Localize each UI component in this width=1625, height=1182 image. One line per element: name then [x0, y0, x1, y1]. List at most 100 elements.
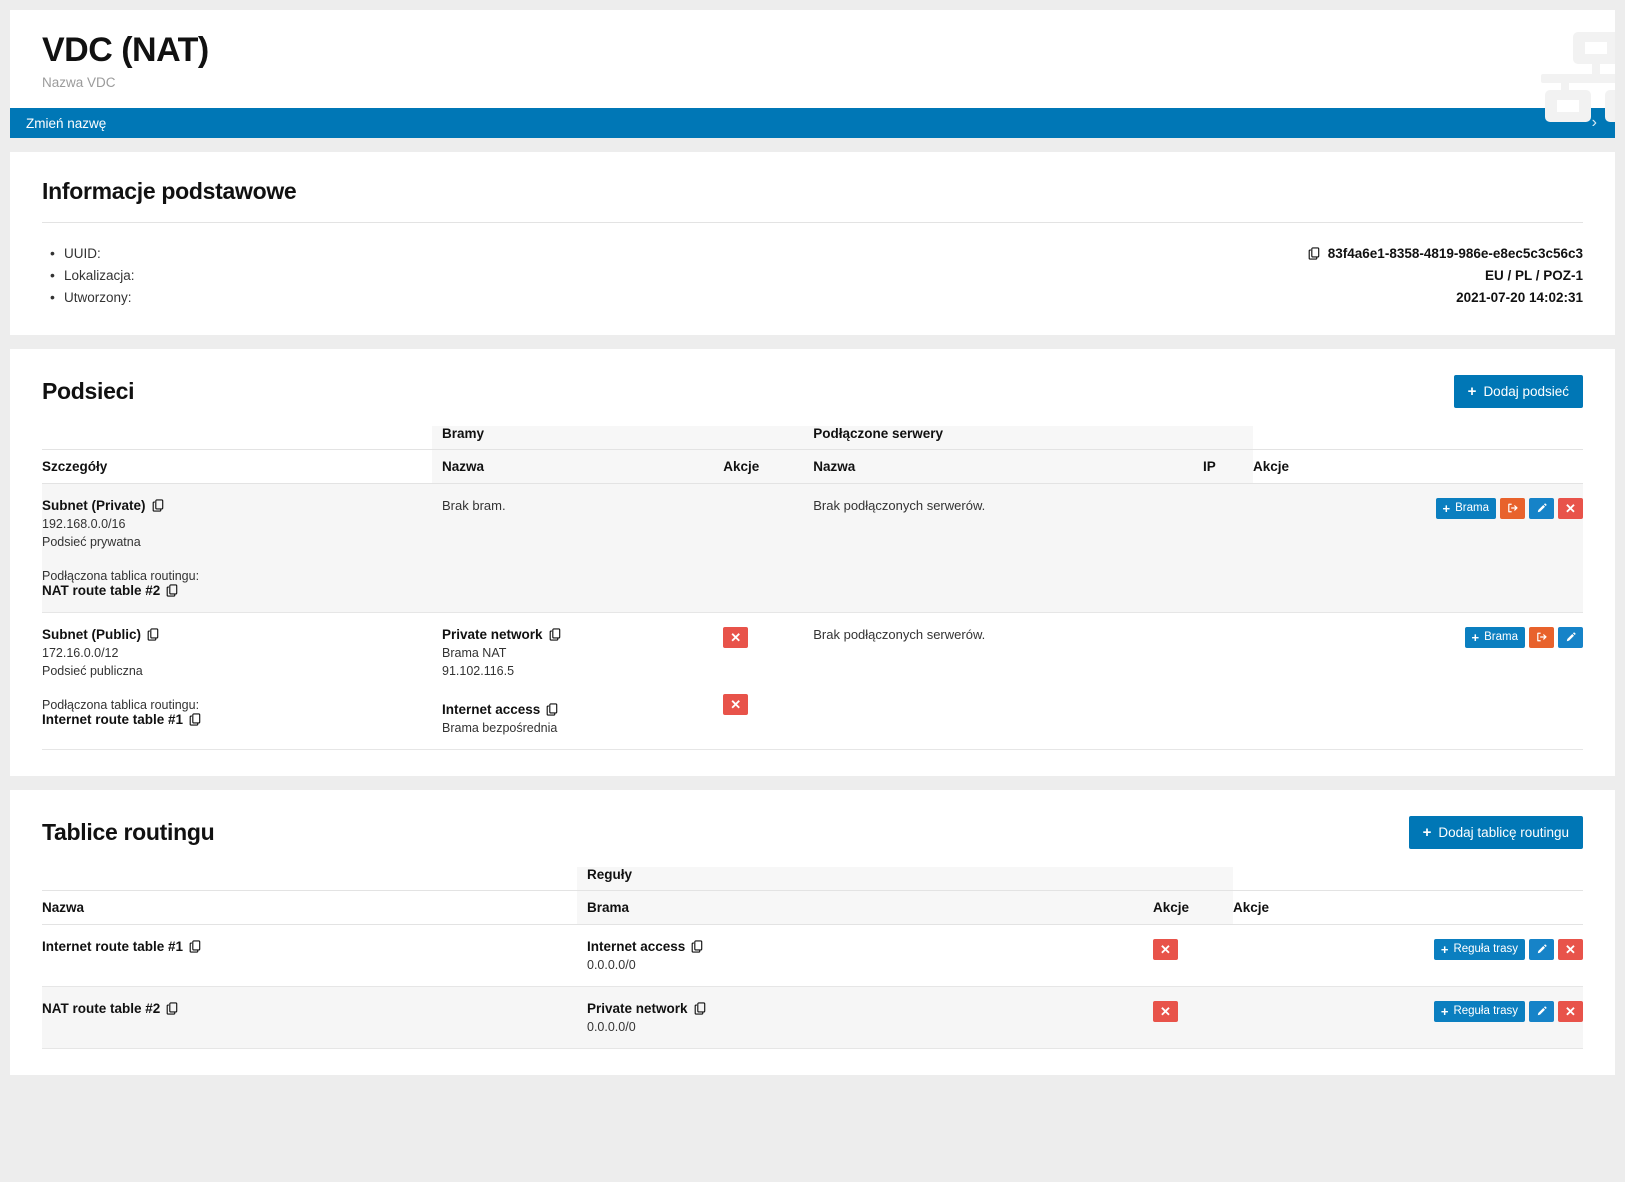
copy-icon[interactable]: [189, 940, 201, 953]
basic-info-value-text: 2021-07-20 14:02:31: [1456, 289, 1583, 305]
copy-icon[interactable]: [694, 1002, 706, 1015]
route-tables-table: Reguły Nazwa Brama Akcje Akcje Internet route…: [42, 866, 1583, 1049]
delete-button[interactable]: ✕: [1558, 1000, 1583, 1022]
pencil-icon: [1536, 943, 1548, 955]
add-subnet-button[interactable]: + Dodaj podsieć: [1453, 374, 1583, 408]
detach-button[interactable]: [1500, 497, 1525, 519]
remove-rule-button[interactable]: ✕: [1153, 938, 1178, 960]
add-route-rule-button-label: Reguła trasy: [1453, 1004, 1518, 1017]
times-icon: ✕: [730, 629, 742, 645]
basic-info-panel: Informacje podstawowe UUID: 83f4a6e1-8358…: [10, 152, 1615, 335]
row-actions: + Brama ✕: [1253, 497, 1583, 519]
sign-out-icon: [1536, 631, 1548, 643]
page-subtitle: Nazwa VDC: [42, 75, 116, 91]
rule-cidr: 0.0.0.0/0: [587, 957, 636, 972]
subnet-servers-cell: Brak podłączonych serwerów.: [803, 483, 1193, 613]
delete-button[interactable]: ✕: [1558, 938, 1583, 960]
add-route-table-label: Dodaj tablicę routingu: [1438, 824, 1569, 840]
plus-icon: +: [1442, 500, 1451, 516]
remove-gateway-button[interactable]: ✕: [723, 626, 749, 648]
route-tables-title: Tablice routingu: [42, 818, 215, 845]
copy-icon[interactable]: [691, 940, 703, 953]
route-rule-actions-cell: ✕: [1143, 986, 1233, 1049]
times-icon: ✕: [730, 696, 742, 712]
add-route-rule-button-label: Reguła trasy: [1453, 942, 1518, 955]
remove-rule-button[interactable]: ✕: [1153, 1000, 1178, 1022]
spacer: [1233, 867, 1583, 891]
add-gateway-button[interactable]: + Brama: [1464, 626, 1525, 648]
edit-button[interactable]: [1529, 1000, 1554, 1022]
delete-button[interactable]: ✕: [1558, 497, 1583, 519]
subnet-name: Subnet (Private): [42, 498, 432, 513]
rename-vdc-label: Zmień nazwę: [26, 115, 107, 131]
basic-info-value: 2021-07-20 14:02:31: [1456, 288, 1583, 308]
copy-icon[interactable]: [147, 628, 159, 641]
plus-icon: +: [1440, 941, 1449, 957]
copy-icon[interactable]: [166, 584, 178, 597]
copy-icon[interactable]: [152, 499, 164, 512]
rename-vdc-bar[interactable]: Zmień nazwę ›: [10, 108, 1615, 139]
basic-info-value: EU / PL / POZ-1: [1485, 266, 1583, 286]
subnet-route-table-label: Podłączona tablica routingu:: [42, 697, 200, 712]
basic-info-title: Informacje podstawowe: [42, 178, 297, 205]
col-name: Nazwa: [42, 889, 577, 925]
copy-icon[interactable]: [546, 703, 558, 716]
servers-empty: Brak podłączonych serwerów.: [813, 497, 986, 513]
edit-button[interactable]: [1529, 938, 1554, 960]
basic-info-value: 83f4a6e1-8358-4819-986e-e8ec5c3c56c3: [1302, 244, 1583, 264]
copy-icon[interactable]: [549, 628, 561, 641]
add-gateway-button[interactable]: + Brama: [1435, 497, 1496, 519]
gateway-type: Brama NAT: [442, 645, 507, 660]
route-table-actions-cell: + Reguła trasy ✕: [1233, 924, 1583, 986]
group-header-rules: Reguły: [577, 866, 1233, 891]
route-table-rules-cell: Internet access 0.0.0.0/0: [577, 924, 1143, 986]
basic-info-value-text: 83f4a6e1-8358-4819-986e-e8ec5c3c56c3: [1327, 245, 1583, 261]
remove-gateway-button[interactable]: ✕: [723, 693, 749, 715]
edit-button[interactable]: [1529, 497, 1554, 519]
copy-icon[interactable]: [189, 713, 201, 726]
route-tables-column-header: Nazwa Brama Akcje Akcje: [42, 889, 1583, 925]
add-route-rule-button[interactable]: + Reguła trasy: [1433, 938, 1525, 960]
subnet-type: Podsieć prywatna: [42, 534, 141, 549]
edit-button[interactable]: [1558, 626, 1583, 648]
col-server-ip: IP: [1193, 448, 1253, 484]
add-route-rule-button[interactable]: + Reguła trasy: [1433, 1000, 1525, 1022]
row-actions: + Brama: [1253, 626, 1583, 648]
subnet-server-ip-cell: [1193, 483, 1253, 613]
gateway-type: Brama bezpośrednia: [442, 720, 558, 735]
route-tables-panel: Tablice routingu + Dodaj tablicę routing…: [10, 789, 1615, 1075]
times-icon: ✕: [1160, 941, 1171, 957]
table-row: Subnet (Public) 172.16.0.0/12 Podsieć publ…: [42, 612, 1583, 750]
gateway-name: Private network: [442, 627, 703, 642]
col-gateway-name: Nazwa: [432, 448, 714, 484]
add-route-table-button[interactable]: + Dodaj tablicę routingu: [1408, 815, 1583, 849]
rule-cidr: 0.0.0.0/0: [587, 1019, 636, 1034]
plus-icon: +: [1422, 823, 1432, 841]
group-header-servers: Podłączone serwery: [803, 425, 1253, 450]
copy-icon[interactable]: [1308, 247, 1320, 261]
gateway-entry: Private network Brama NAT 91.102.116.5: [442, 627, 703, 678]
copy-icon[interactable]: [166, 1002, 178, 1015]
basic-info-list: UUID: 83f4a6e1-8358-4819-986e-e8ec5c3c56c…: [42, 243, 1583, 309]
subnets-table: Bramy Podłączone serwery Szczegóły Nazwa Akc…: [42, 425, 1583, 750]
times-icon: ✕: [1565, 1003, 1576, 1019]
subnets-group-header: Bramy Podłączone serwery: [42, 425, 1583, 450]
chevron-right-icon: ›: [1591, 114, 1597, 132]
gateway-action-cell: ✕: [723, 626, 793, 648]
col-rule-actions: Akcje: [1143, 889, 1233, 925]
times-icon: ✕: [1565, 500, 1576, 516]
subnet-details-cell: Subnet (Private) 192.168.0.0/16 Podsieć pr…: [42, 483, 432, 613]
subnet-route-table[interactable]: NAT route table #2: [42, 583, 432, 598]
basic-info-row: Utworzony: 2021-07-20 14:02:31: [42, 287, 1583, 309]
basic-info-row: UUID: 83f4a6e1-8358-4819-986e-e8ec5c3c56c…: [42, 243, 1583, 265]
subnet-route-table-label: Podłączona tablica routingu:: [42, 568, 200, 583]
divider: [42, 221, 1583, 223]
subnet-server-ip-cell: [1193, 612, 1253, 749]
servers-empty: Brak podłączonych serwerów.: [813, 626, 986, 642]
detach-button[interactable]: [1529, 626, 1554, 648]
subnet-route-table[interactable]: Internet route table #1: [42, 712, 432, 727]
basic-info-label: Lokalizacja:: [42, 265, 135, 286]
col-actions: Akcje: [1233, 889, 1583, 925]
rule-gateway-name: Private network: [587, 1001, 1133, 1016]
add-gateway-button-label: Brama: [1484, 630, 1518, 643]
